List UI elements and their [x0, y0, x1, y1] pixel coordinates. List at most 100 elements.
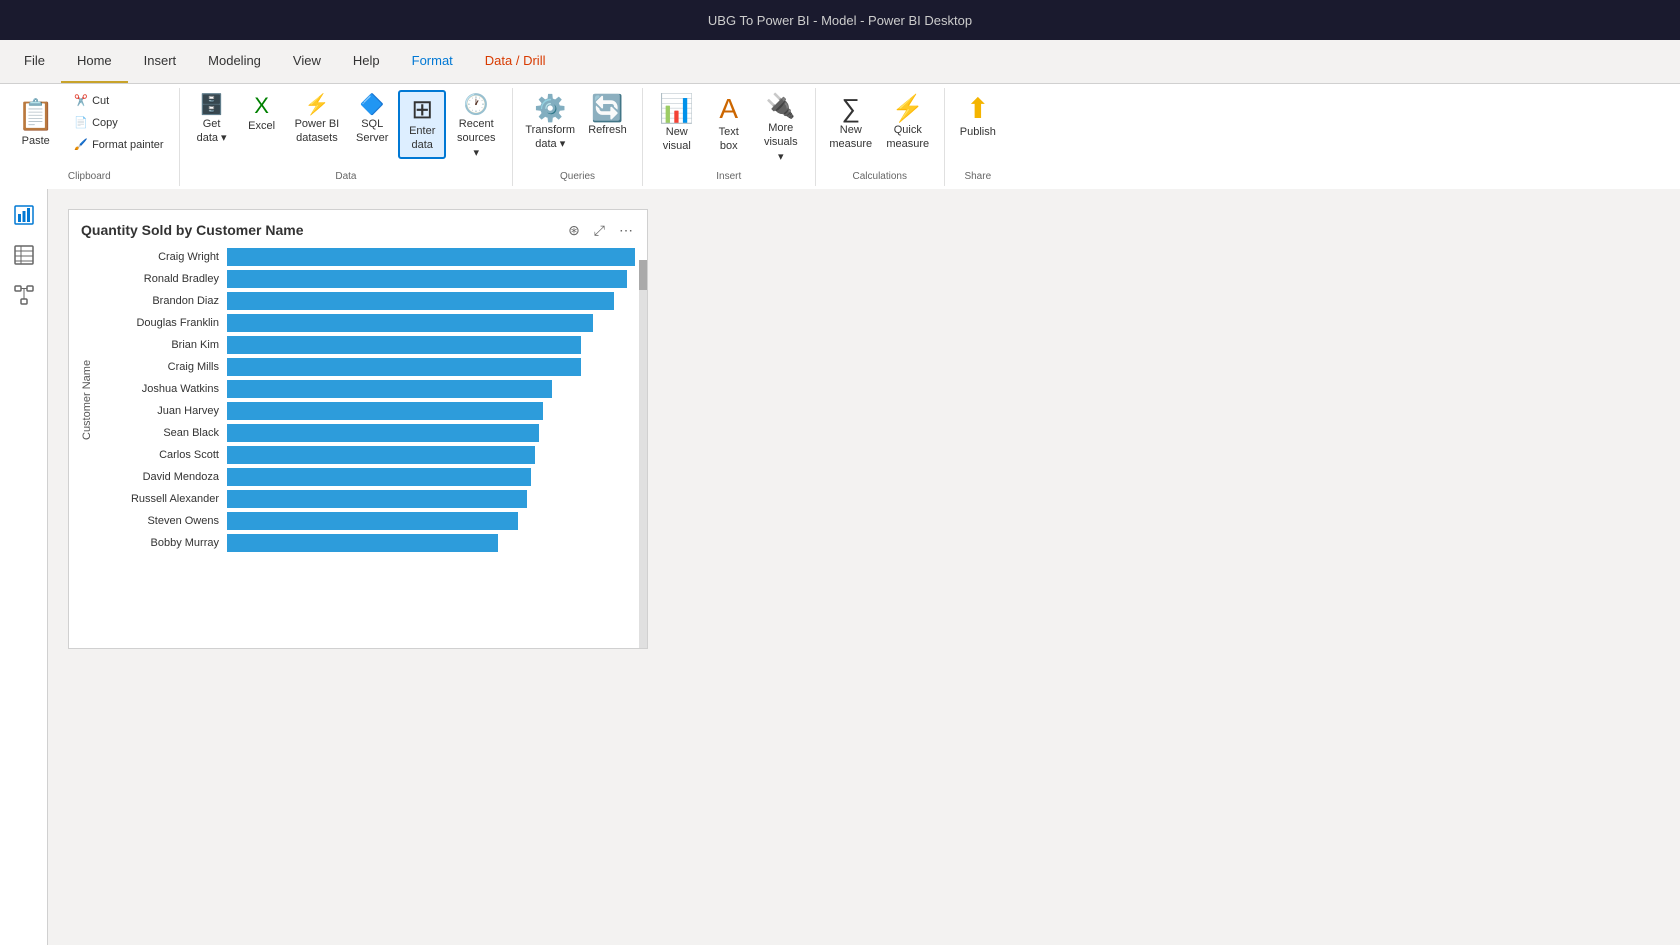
refresh-button[interactable]: 🔄 Refresh — [581, 90, 634, 142]
more-visuals-icon: 🔌 — [766, 95, 796, 119]
bar-row: Ronald Bradley — [97, 270, 635, 288]
left-sidebar — [0, 189, 48, 945]
get-data-button[interactable]: 🗄️ Getdata ▾ — [188, 90, 236, 151]
publish-button[interactable]: ⬆ Publish — [953, 90, 1003, 144]
bar-label: David Mendoza — [97, 471, 227, 483]
enter-data-label: Enterdata — [409, 124, 435, 153]
more-visuals-button[interactable]: 🔌 Morevisuals ▾ — [755, 90, 807, 169]
bar-fill — [227, 490, 527, 508]
paste-button[interactable]: 📋 Paste — [8, 91, 63, 154]
excel-button[interactable]: X Excel — [238, 90, 286, 138]
bar-track — [227, 490, 635, 508]
sidebar-data[interactable] — [6, 237, 42, 273]
excel-icon: X — [254, 95, 269, 117]
ribbon-content: 📋 Paste ✂️ Cut 📄 Copy 🖌️ — [0, 84, 1680, 190]
more-options-icon[interactable]: ⋯ — [615, 220, 637, 241]
sql-server-button[interactable]: 🔷 SQLServer — [348, 90, 396, 151]
new-measure-label: Newmeasure — [829, 123, 872, 152]
menu-home[interactable]: Home — [61, 40, 128, 83]
ribbon: 📋 Paste ✂️ Cut 📄 Copy 🖌️ — [0, 84, 1680, 191]
copy-label: Copy — [92, 117, 118, 129]
powerbi-datasets-icon: ⚡ — [304, 95, 329, 115]
new-measure-button[interactable]: ∑ Newmeasure — [824, 90, 878, 157]
bar-track — [227, 534, 635, 552]
paste-label: Paste — [22, 135, 50, 147]
bar-fill — [227, 270, 627, 288]
menu-file[interactable]: File — [8, 40, 61, 83]
bar-label: Steven Owens — [97, 515, 227, 527]
canvas: Quantity Sold by Customer Name ⊛ ⤢ ⋯ Cus… — [48, 189, 1680, 945]
bar-row: Douglas Franklin — [97, 314, 635, 332]
bar-label: Sean Black — [97, 427, 227, 439]
menu-format[interactable]: Format — [396, 40, 469, 83]
bar-fill — [227, 314, 593, 332]
title-bar: UBG To Power BI - Model - Power BI Deskt… — [0, 0, 1680, 40]
cut-button[interactable]: ✂️ Cut — [67, 90, 170, 111]
ribbon-group-calculations: ∑ Newmeasure ⚡ Quickmeasure Calculations — [816, 88, 945, 186]
menu-modeling[interactable]: Modeling — [192, 40, 277, 83]
calculations-items: ∑ Newmeasure ⚡ Quickmeasure — [824, 90, 936, 169]
menu-help[interactable]: Help — [337, 40, 396, 83]
scroll-thumb[interactable] — [639, 260, 647, 290]
refresh-icon: 🔄 — [591, 95, 623, 121]
quick-measure-label: Quickmeasure — [886, 123, 929, 152]
bar-track — [227, 468, 635, 486]
new-visual-button[interactable]: 📊 New visual — [651, 90, 703, 159]
quick-measure-icon: ⚡ — [892, 95, 924, 121]
power-bi-datasets-label: Power BIdatasets — [295, 117, 340, 146]
bar-fill — [227, 468, 531, 486]
recent-sources-button[interactable]: 🕐 Recentsources ▾ — [448, 90, 504, 165]
bar-label: Juan Harvey — [97, 405, 227, 417]
new-measure-icon: ∑ — [841, 95, 860, 121]
bar-track — [227, 402, 635, 420]
bar-fill — [227, 380, 552, 398]
bar-label: Craig Mills — [97, 361, 227, 373]
bar-fill — [227, 534, 498, 552]
bar-track — [227, 292, 635, 310]
paste-area: 📋 Paste ✂️ Cut 📄 Copy 🖌️ — [8, 90, 171, 155]
copy-button[interactable]: 📄 Copy — [67, 112, 170, 133]
bar-row: Juan Harvey — [97, 402, 635, 420]
ribbon-group-clipboard: 📋 Paste ✂️ Cut 📄 Copy 🖌️ — [0, 88, 180, 186]
sidebar-model[interactable] — [6, 277, 42, 313]
bar-row: Craig Mills — [97, 358, 635, 376]
menu-data-drill[interactable]: Data / Drill — [469, 40, 562, 83]
menu-view[interactable]: View — [277, 40, 337, 83]
sql-label: SQLServer — [356, 117, 388, 146]
filter-icon[interactable]: ⊛ — [564, 220, 584, 241]
bar-fill — [227, 292, 614, 310]
transform-icon: ⚙️ — [534, 95, 566, 121]
cut-label: Cut — [92, 95, 109, 107]
excel-label: Excel — [248, 119, 275, 133]
bar-row: Bobby Murray — [97, 534, 635, 552]
sidebar-report[interactable] — [6, 197, 42, 233]
enter-data-button[interactable]: ⊞ Enterdata — [398, 90, 446, 159]
format-painter-label: Format painter — [92, 139, 164, 151]
bar-fill — [227, 402, 543, 420]
transform-data-button[interactable]: ⚙️ Transformdata ▾ — [521, 90, 579, 157]
new-visual-label: New visual — [658, 125, 696, 154]
bar-track — [227, 424, 635, 442]
ribbon-group-insert: 📊 New visual A Textbox 🔌 Morevisuals ▾ I… — [643, 88, 816, 186]
ribbon-group-share: ⬆ Publish Share — [945, 88, 1011, 186]
bar-row: Brandon Diaz — [97, 292, 635, 310]
bar-track — [227, 270, 635, 288]
chart-scrollbar[interactable] — [639, 260, 647, 648]
quick-measure-button[interactable]: ⚡ Quickmeasure — [880, 90, 936, 157]
y-axis-label: Customer Name — [81, 246, 93, 554]
bar-label: Craig Wright — [97, 251, 227, 263]
more-visuals-label: Morevisuals ▾ — [762, 121, 800, 164]
bar-row: Steven Owens — [97, 512, 635, 530]
focus-icon[interactable]: ⤢ — [590, 220, 609, 241]
menu-insert[interactable]: Insert — [128, 40, 193, 83]
bar-row: Sean Black — [97, 424, 635, 442]
text-box-button[interactable]: A Textbox — [705, 90, 753, 159]
bar-track — [227, 446, 635, 464]
bar-chart: Craig Wright Ronald Bradley Brandon Diaz… — [97, 246, 635, 554]
bar-row: Craig Wright — [97, 248, 635, 266]
copy-icon: 📄 — [74, 116, 88, 129]
visual-container[interactable]: Quantity Sold by Customer Name ⊛ ⤢ ⋯ Cus… — [68, 209, 648, 649]
power-bi-datasets-button[interactable]: ⚡ Power BIdatasets — [288, 90, 347, 151]
ribbon-group-data: 🗄️ Getdata ▾ X Excel ⚡ Power BIdatasets … — [180, 88, 514, 186]
format-painter-button[interactable]: 🖌️ Format painter — [67, 134, 170, 155]
